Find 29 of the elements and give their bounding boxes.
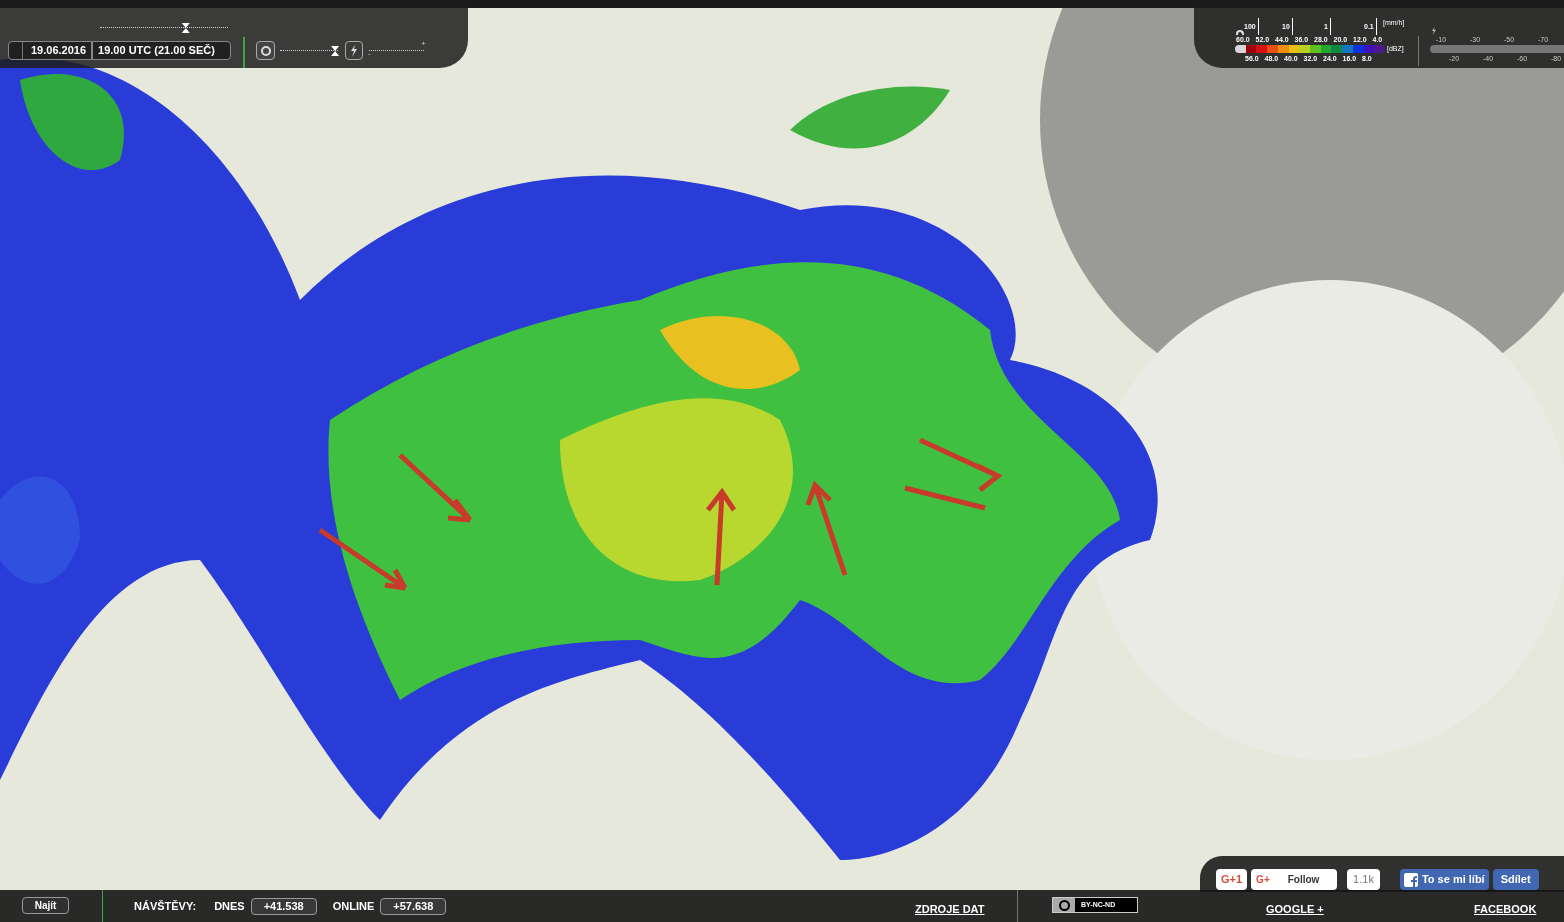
lightning-icon[interactable]	[345, 41, 363, 60]
target-icon[interactable]	[256, 41, 275, 60]
plus-label: +	[421, 40, 426, 48]
timeline-slider[interactable]	[100, 23, 228, 33]
like-button[interactable]: To se mi líbí	[1399, 869, 1489, 890]
data-sources-link[interactable]: ZDROJE DAT	[915, 901, 985, 918]
time-field[interactable]: 19.00 UTC (21.00 SEČ)	[92, 41, 232, 60]
facebook-link[interactable]: FACEBOOK	[1474, 901, 1537, 918]
follow-count: 1.1k	[1347, 869, 1380, 890]
search-button[interactable]: Najít	[22, 897, 69, 914]
google-plus-icon: G+	[1256, 872, 1270, 887]
lightning-icon	[1431, 27, 1437, 35]
google-plus-link[interactable]: GOOGLE +	[1266, 901, 1324, 918]
opacity-slider[interactable]	[280, 46, 338, 56]
follow-button[interactable]: G+ Follow	[1251, 869, 1338, 890]
google-plus-one-button[interactable]: G+1	[1216, 869, 1248, 890]
creative-commons-icon	[1053, 898, 1075, 912]
online-label: ONLINE	[332, 899, 375, 915]
share-button[interactable]: Sdílet	[1492, 869, 1539, 890]
slider-thumb[interactable]	[181, 23, 190, 33]
radar-icon	[1236, 30, 1244, 35]
today-label: DNES	[214, 899, 245, 915]
online-counter: +57.638	[380, 898, 447, 915]
facebook-icon	[1403, 872, 1418, 887]
date-field[interactable]: 19.06.2016	[8, 41, 93, 60]
minus-label: -	[368, 50, 371, 58]
visits-label: NÁVŠTĚVY:	[134, 899, 197, 915]
slider-thumb[interactable]	[331, 46, 340, 56]
today-counter: +41.538	[250, 898, 317, 915]
